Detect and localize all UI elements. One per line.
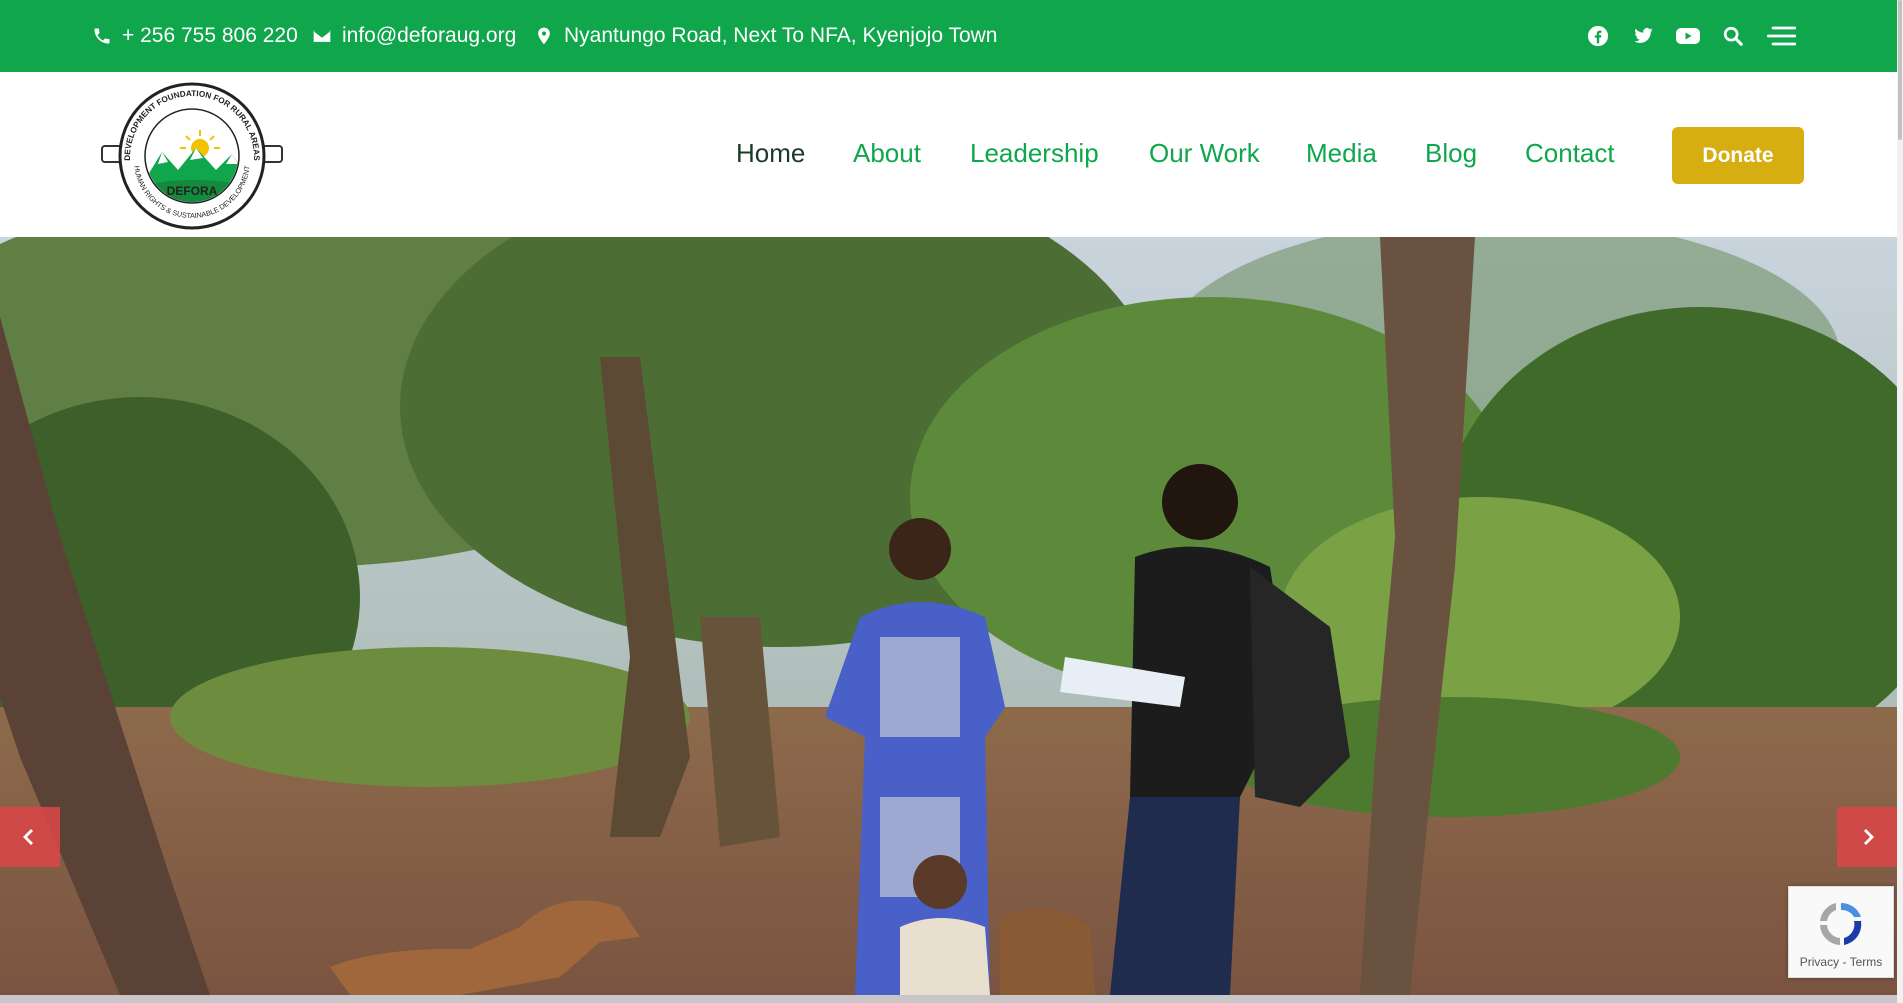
top-contact-bar: + 256 755 806 220 info@deforaug.org Nyan… bbox=[0, 0, 1897, 72]
email-contact[interactable]: info@deforaug.org bbox=[312, 0, 516, 72]
hero-slider: Privacy - Terms bbox=[0, 237, 1897, 995]
nav-media[interactable]: Media bbox=[1306, 138, 1377, 169]
defora-logo[interactable]: DEFORA DEVELOPMENT FOUNDATION FOR RURAL … bbox=[100, 78, 284, 230]
facebook-icon[interactable] bbox=[1585, 23, 1611, 49]
email-address: info@deforaug.org bbox=[342, 24, 517, 47]
recaptcha-separator: - bbox=[1839, 955, 1850, 969]
envelope-icon bbox=[313, 30, 331, 42]
recaptcha-links: Privacy - Terms bbox=[1789, 955, 1893, 969]
scrollbar-thumb[interactable] bbox=[1898, 0, 1902, 140]
phone-contact[interactable]: + 256 755 806 220 bbox=[92, 0, 298, 72]
slider-next-button[interactable] bbox=[1837, 807, 1897, 867]
social-links bbox=[1585, 0, 1799, 72]
recaptcha-icon bbox=[1820, 902, 1862, 945]
nav-leadership[interactable]: Leadership bbox=[970, 138, 1099, 169]
phone-number: + 256 755 806 220 bbox=[122, 24, 298, 47]
phone-icon bbox=[94, 28, 110, 44]
menu-icon[interactable] bbox=[1765, 23, 1799, 49]
bottom-edge bbox=[0, 995, 1897, 1003]
nav-about[interactable]: About bbox=[853, 138, 921, 169]
page-scrollbar[interactable] bbox=[1897, 0, 1903, 1003]
recaptcha-terms-link[interactable]: Terms bbox=[1850, 955, 1883, 969]
chevron-left-icon bbox=[23, 829, 33, 845]
recaptcha-privacy-link[interactable]: Privacy bbox=[1800, 955, 1839, 969]
logo-name: DEFORA bbox=[167, 184, 218, 198]
nav-our-work[interactable]: Our Work bbox=[1149, 138, 1260, 169]
slider-prev-button[interactable] bbox=[0, 807, 60, 867]
map-pin-icon bbox=[538, 27, 550, 45]
address-text: Nyantungo Road, Next To NFA, Kyenjojo To… bbox=[564, 24, 998, 47]
nav-contact[interactable]: Contact bbox=[1525, 138, 1615, 169]
recaptcha-badge[interactable]: Privacy - Terms bbox=[1788, 886, 1894, 978]
donate-button[interactable]: Donate bbox=[1672, 127, 1804, 184]
address-contact: Nyantungo Road, Next To NFA, Kyenjojo To… bbox=[534, 0, 997, 72]
site-header: DEFORA DEVELOPMENT FOUNDATION FOR RURAL … bbox=[0, 72, 1897, 237]
youtube-icon[interactable] bbox=[1675, 23, 1701, 49]
page: + 256 755 806 220 info@deforaug.org Nyan… bbox=[0, 0, 1897, 1003]
nav-blog[interactable]: Blog bbox=[1425, 138, 1477, 169]
nav-home[interactable]: Home bbox=[736, 138, 805, 169]
twitter-icon[interactable] bbox=[1630, 23, 1656, 49]
search-icon[interactable] bbox=[1720, 23, 1746, 49]
chevron-right-icon bbox=[1864, 829, 1874, 845]
hero-photo bbox=[0, 237, 1897, 995]
